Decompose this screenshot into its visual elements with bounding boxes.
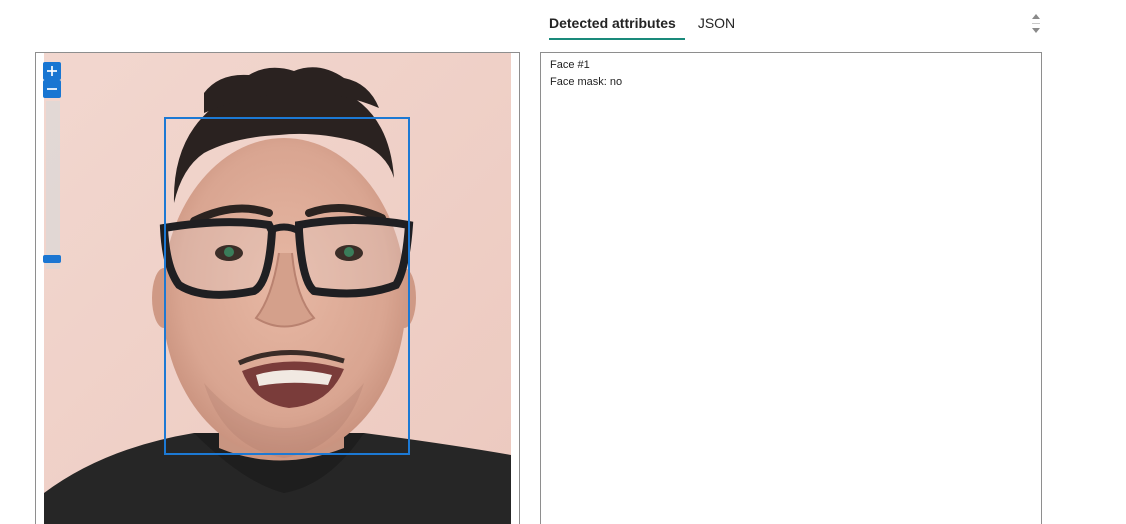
- detected-attributes-panel: Face #1 Face mask: no: [540, 52, 1042, 524]
- face-mask-attribute: Face mask: no: [550, 76, 623, 88]
- arrow-up-icon[interactable]: [1032, 14, 1040, 19]
- arrow-down-icon[interactable]: [1032, 28, 1040, 33]
- zoom-in-icon[interactable]: [43, 62, 61, 80]
- face-detection-view: Detected attributes JSON Face #1 Face ma…: [0, 0, 1126, 524]
- tab-json[interactable]: JSON: [689, 0, 744, 48]
- zoom-out-glyph: [47, 88, 57, 90]
- spinner-arrows-icon[interactable]: [1030, 12, 1042, 36]
- zoom-out-icon[interactable]: [43, 80, 61, 98]
- spinner-divider: [1032, 23, 1040, 24]
- zoom-in-glyph-v: [51, 66, 53, 76]
- result-tabs: Detected attributes JSON: [540, 0, 744, 48]
- face-label: Face #1: [550, 59, 590, 71]
- tab-detected-attributes[interactable]: Detected attributes: [540, 0, 685, 48]
- zoom-slider-thumb[interactable]: [43, 255, 61, 263]
- zoom-slider-track[interactable]: [46, 101, 60, 269]
- image-viewer[interactable]: [35, 52, 520, 524]
- uploaded-photo: [44, 53, 511, 524]
